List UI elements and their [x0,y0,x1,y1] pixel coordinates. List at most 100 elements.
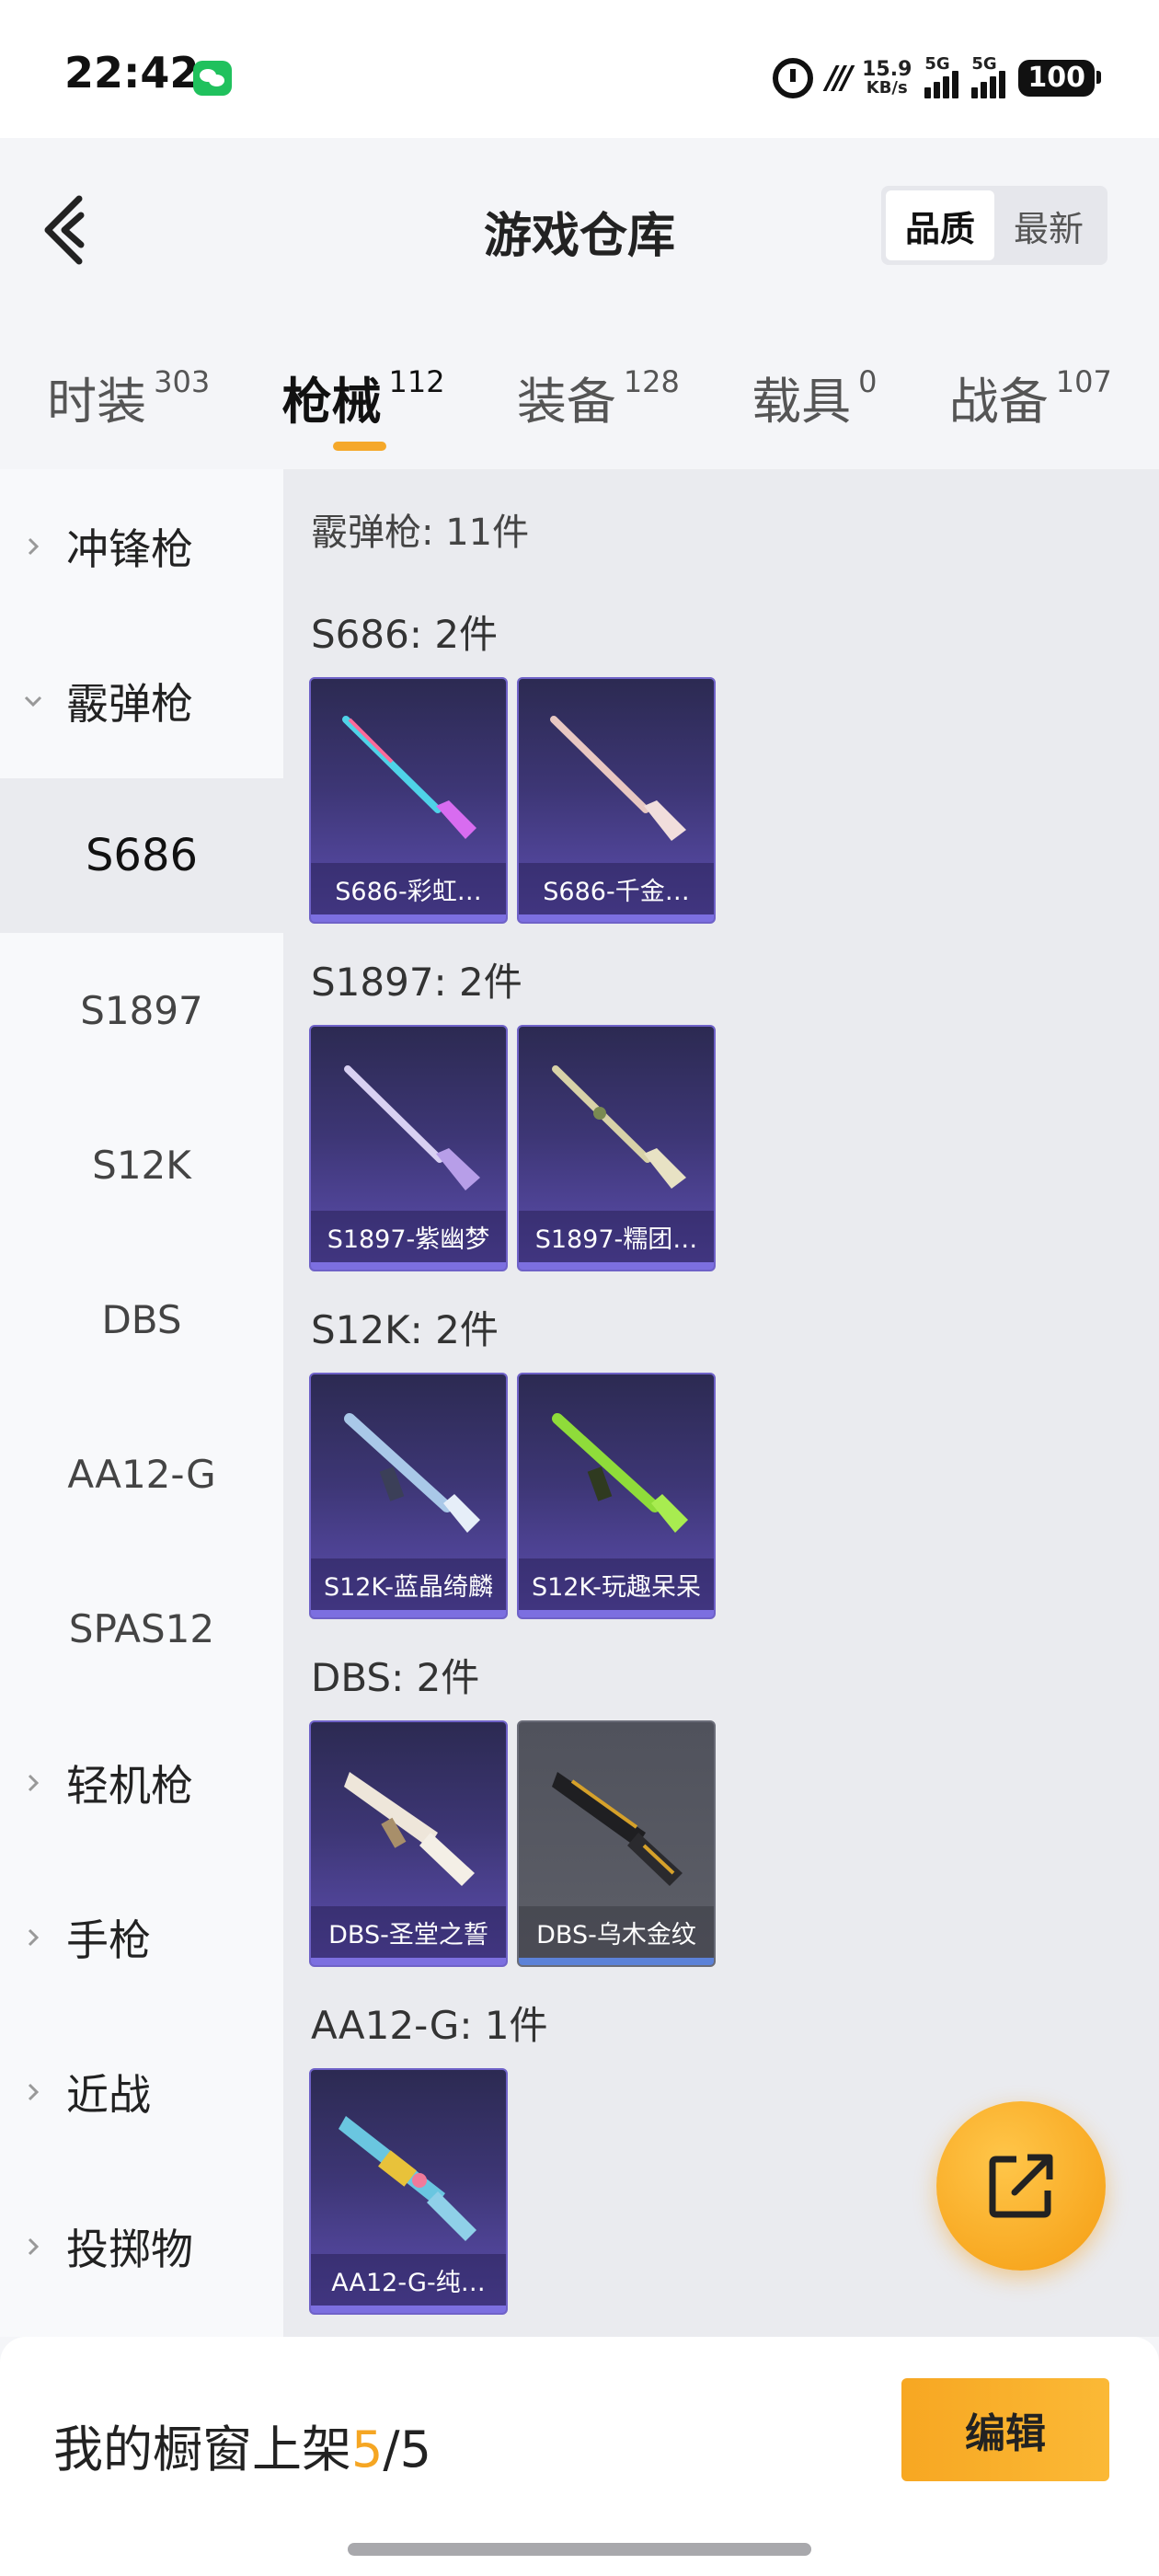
shotgun-skin-icon [344,1413,480,1533]
sidebar-item-label: 近战 [66,2070,151,2120]
tab-vehicles[interactable]: 载具 0 [752,350,877,451]
weapon-category-sidebar: 冲锋枪 霰弹枪 S686 S1897 S12K DBS AA12-G SPAS1… [0,469,283,2337]
tab-label: 载具 [752,373,852,431]
shotgun-skin-icon [550,716,686,841]
edit-button[interactable]: 编辑 [901,2378,1109,2481]
network-speed-unit: KB/s [866,78,908,98]
header: 游戏仓库 品质 最新 时装 303 枪械 112 装备 128 载具 0 战备 … [0,138,1159,469]
weapon-skin-card[interactable]: S12K-玩趣呆呆 [517,1373,716,1619]
shotgun-skin-icon [339,2116,476,2241]
status-bar: 22:42 /// 15.9 KB/s 5G 5G 100 [0,0,1159,138]
rarity-bar [519,1610,714,1617]
signal-5g-1-icon: 5G [924,54,959,98]
weapon-skin-card[interactable]: S686-千金… [517,677,716,924]
shotgun-skin-icon [344,1065,480,1190]
sidebar-sub-s686[interactable]: S686 [0,778,283,933]
tab-supplies[interactable]: 战备 107 [949,350,1112,451]
sidebar-sub-aa12g[interactable]: AA12-G [0,1397,283,1551]
sidebar-item-smg[interactable]: 冲锋枪 [0,469,283,624]
network-speed: 15.9 KB/s [862,60,912,97]
weapon-skin-card[interactable]: DBS-乌木金纹 [517,1720,716,1967]
weapon-skin-name: S686-千金… [519,863,714,914]
weapon-skin-name: DBS-圣堂之誓 [311,1906,506,1958]
weapon-skin-card[interactable]: AA12-G-纯… [309,2068,508,2315]
chevron-right-icon [0,2082,66,2102]
signal-1-tag: 5G [924,54,950,74]
sidebar-item-shotgun[interactable]: 霰弹枪 [0,624,283,778]
showcase-bar: 我的橱窗上架5/5 编辑 [0,2337,1159,2576]
showcase-status: 我的橱窗上架5/5 [53,2409,431,2481]
group-title: AA12-G: 1件 [311,2003,548,2048]
shotgun-skin-icon [552,1065,686,1189]
sidebar-item-label: 霰弹枪 [66,679,193,729]
rarity-bar [311,2306,506,2313]
home-indicator[interactable] [348,2543,811,2556]
shotgun-skin-icon [552,1413,688,1533]
chevron-right-icon [0,1927,66,1948]
sort-quality-button[interactable]: 品质 [886,190,994,260]
rarity-bar [311,914,506,922]
rarity-bar [519,1262,714,1270]
weapon-skin-name: S1897-糯团… [519,1211,714,1262]
weapon-skin-card[interactable]: S12K-蓝晶绮麟 [309,1373,508,1619]
shotgun-skin-icon [342,716,476,839]
weapon-skin-name: S12K-蓝晶绮麟 [311,1558,506,1610]
sidebar-item-label: 手枪 [66,1915,151,1965]
tab-count: 128 [623,364,680,399]
sidebar-item-pistol[interactable]: 手枪 [0,1860,283,2015]
weapon-skin-name: DBS-乌木金纹 [519,1906,714,1958]
rarity-bar [311,1958,506,1965]
weapon-skin-name: S12K-玩趣呆呆 [519,1558,714,1610]
sidebar-sub-s12k[interactable]: S12K [0,1087,283,1242]
shotgun-skin-icon [344,1772,475,1886]
alarm-icon [772,58,813,98]
showcase-total-count: 5 [399,2421,431,2478]
signal-2-tag: 5G [971,54,997,74]
weapon-skin-card[interactable]: DBS-圣堂之誓 [309,1720,508,1967]
active-tab-indicator [333,442,387,451]
tab-label: 枪械 [281,373,382,431]
tab-label: 装备 [516,373,616,431]
tab-label: 战备 [948,373,1049,431]
sidebar-item-melee[interactable]: 近战 [0,2015,283,2169]
shotgun-total-label: 霰弹枪: 11件 [311,512,530,554]
category-tabs: 时装 303 枪械 112 装备 128 载具 0 战备 107 [0,350,1159,451]
tab-equipment[interactable]: 装备 128 [517,350,680,451]
sort-toggle: 品质 最新 [881,186,1107,265]
chevron-right-icon [0,2237,66,2257]
chevron-right-icon [0,536,66,557]
chevron-down-icon [0,691,66,711]
tab-count: 112 [388,364,445,399]
share-fab-button[interactable] [936,2101,1106,2271]
signal-5g-2-icon: 5G [971,54,1006,98]
group-title: S686: 2件 [311,612,499,657]
weapon-skin-card[interactable]: S686-彩虹… [309,677,508,924]
sidebar-sub-dbs[interactable]: DBS [0,1242,283,1397]
sidebar-item-label: 轻机枪 [66,1761,193,1811]
weapon-skin-name: S1897-紫幽梦 [311,1211,506,1262]
shotgun-skin-icon [552,1772,683,1886]
tab-count: 107 [1055,364,1112,399]
showcase-label: 我的橱窗上架 [53,2421,351,2478]
sidebar-item-lmg[interactable]: 轻机枪 [0,1706,283,1860]
weapon-skin-card[interactable]: S1897-紫幽梦 [309,1025,508,1271]
weapon-list: 霰弹枪: 11件 S686: 2件 S686-彩虹… S686-千金… S189… [283,469,1159,2337]
group-title: S1897: 2件 [311,960,522,1005]
tab-count: 303 [154,364,211,399]
group-title: DBS: 2件 [311,1655,480,1700]
battery-icon: 100 [1018,60,1101,97]
sidebar-sub-spas12[interactable]: SPAS12 [0,1551,283,1706]
weapon-skin-card[interactable]: S1897-糯团… [517,1025,716,1271]
tab-fashion[interactable]: 时装 303 [47,350,210,451]
showcase-current-count: 5 [351,2421,384,2478]
sort-newest-button[interactable]: 最新 [994,190,1103,260]
sidebar-sub-s1897[interactable]: S1897 [0,933,283,1087]
tab-firearms[interactable]: 枪械 112 [281,350,445,451]
wechat-notification-icon [193,61,232,96]
weapon-skin-name: S686-彩虹… [311,863,506,914]
rarity-bar [519,914,714,922]
rarity-bar [311,1610,506,1617]
group-title: S12K: 2件 [311,1307,499,1352]
external-link-icon [989,2154,1053,2218]
sidebar-item-throwable[interactable]: 投掷物 [0,2169,283,2324]
